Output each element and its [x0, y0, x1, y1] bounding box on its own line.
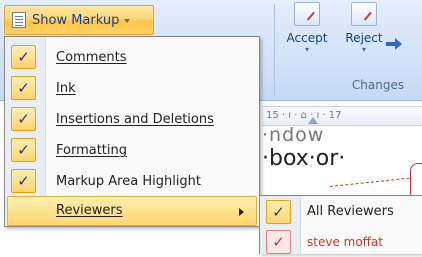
accept-icon — [294, 2, 320, 26]
chevron-down-icon — [124, 19, 131, 23]
checkmark-icon: ✓ — [11, 107, 36, 131]
menu-item-label: Comments — [56, 50, 127, 65]
document-text-line: ·ndow — [262, 124, 325, 146]
show-markup-menu: ✓ Comments ✓ Ink ✓ Insertions and Deleti… — [4, 36, 260, 227]
reject-caret-icon: ▾ — [361, 45, 366, 54]
menu-item-label: Formatting — [56, 143, 128, 158]
ruler[interactable]: 15 · ı · ⌂ · ı · 17 — [262, 106, 422, 126]
checkmark-icon: ✓ — [11, 169, 36, 193]
accept-caret-icon: ▾ — [304, 45, 309, 54]
reviewers-submenu: ✓ All Reviewers ✓ steve moffat — [259, 195, 422, 254]
submenu-arrow-icon — [239, 208, 244, 216]
next-change-icon[interactable] — [386, 38, 402, 50]
checkmark-icon: ✓ — [11, 45, 36, 69]
menu-item-comments[interactable]: ✓ Comments — [7, 42, 257, 73]
reject-button[interactable]: Reject ▾ — [339, 2, 389, 64]
menu-item-label: Insertions and Deletions — [56, 112, 214, 127]
submenu-item-all-reviewers[interactable]: ✓ All Reviewers — [260, 197, 422, 227]
checkmark-icon: ✓ — [11, 138, 36, 162]
reject-label: Reject — [345, 31, 383, 45]
menu-item-insertions-and-deletions[interactable]: ✓ Insertions and Deletions — [7, 104, 257, 135]
comment-connector-line — [329, 177, 410, 187]
submenu-item-label: All Reviewers — [307, 204, 394, 219]
accept-label: Accept — [286, 31, 328, 45]
submenu-item-label: steve moffat — [307, 235, 383, 249]
document-text-line: ·box·or· — [262, 146, 346, 171]
menu-item-label: Reviewers — [56, 203, 123, 218]
menu-item-markup-area-highlight[interactable]: ✓ Markup Area Highlight — [7, 166, 257, 197]
checkmark-icon: ✓ — [266, 230, 291, 254]
accept-button[interactable]: Accept ▾ — [284, 2, 330, 64]
reject-icon — [351, 2, 377, 26]
menu-item-label: Markup Area Highlight — [56, 174, 202, 189]
menu-item-label: Ink — [56, 81, 76, 96]
checkmark-icon: ✓ — [11, 76, 36, 100]
checkmark-icon: ✓ — [266, 200, 291, 224]
ribbon-group-divider — [274, 4, 275, 96]
submenu-item-reviewer[interactable]: ✓ steve moffat — [260, 227, 422, 257]
show-markup-label: Show Markup — [32, 12, 120, 28]
menu-item-reviewers[interactable]: Reviewers — [7, 196, 257, 226]
show-markup-button[interactable]: Show Markup — [4, 5, 154, 35]
ruler-ticks: 15 · ı · ⌂ · ı · 17 — [266, 110, 342, 121]
changes-group-label: Changes — [351, 78, 405, 92]
document-icon — [12, 12, 26, 28]
indent-marker-icon[interactable] — [308, 117, 318, 124]
menu-item-formatting[interactable]: ✓ Formatting — [7, 135, 257, 166]
menu-item-ink[interactable]: ✓ Ink — [7, 73, 257, 104]
